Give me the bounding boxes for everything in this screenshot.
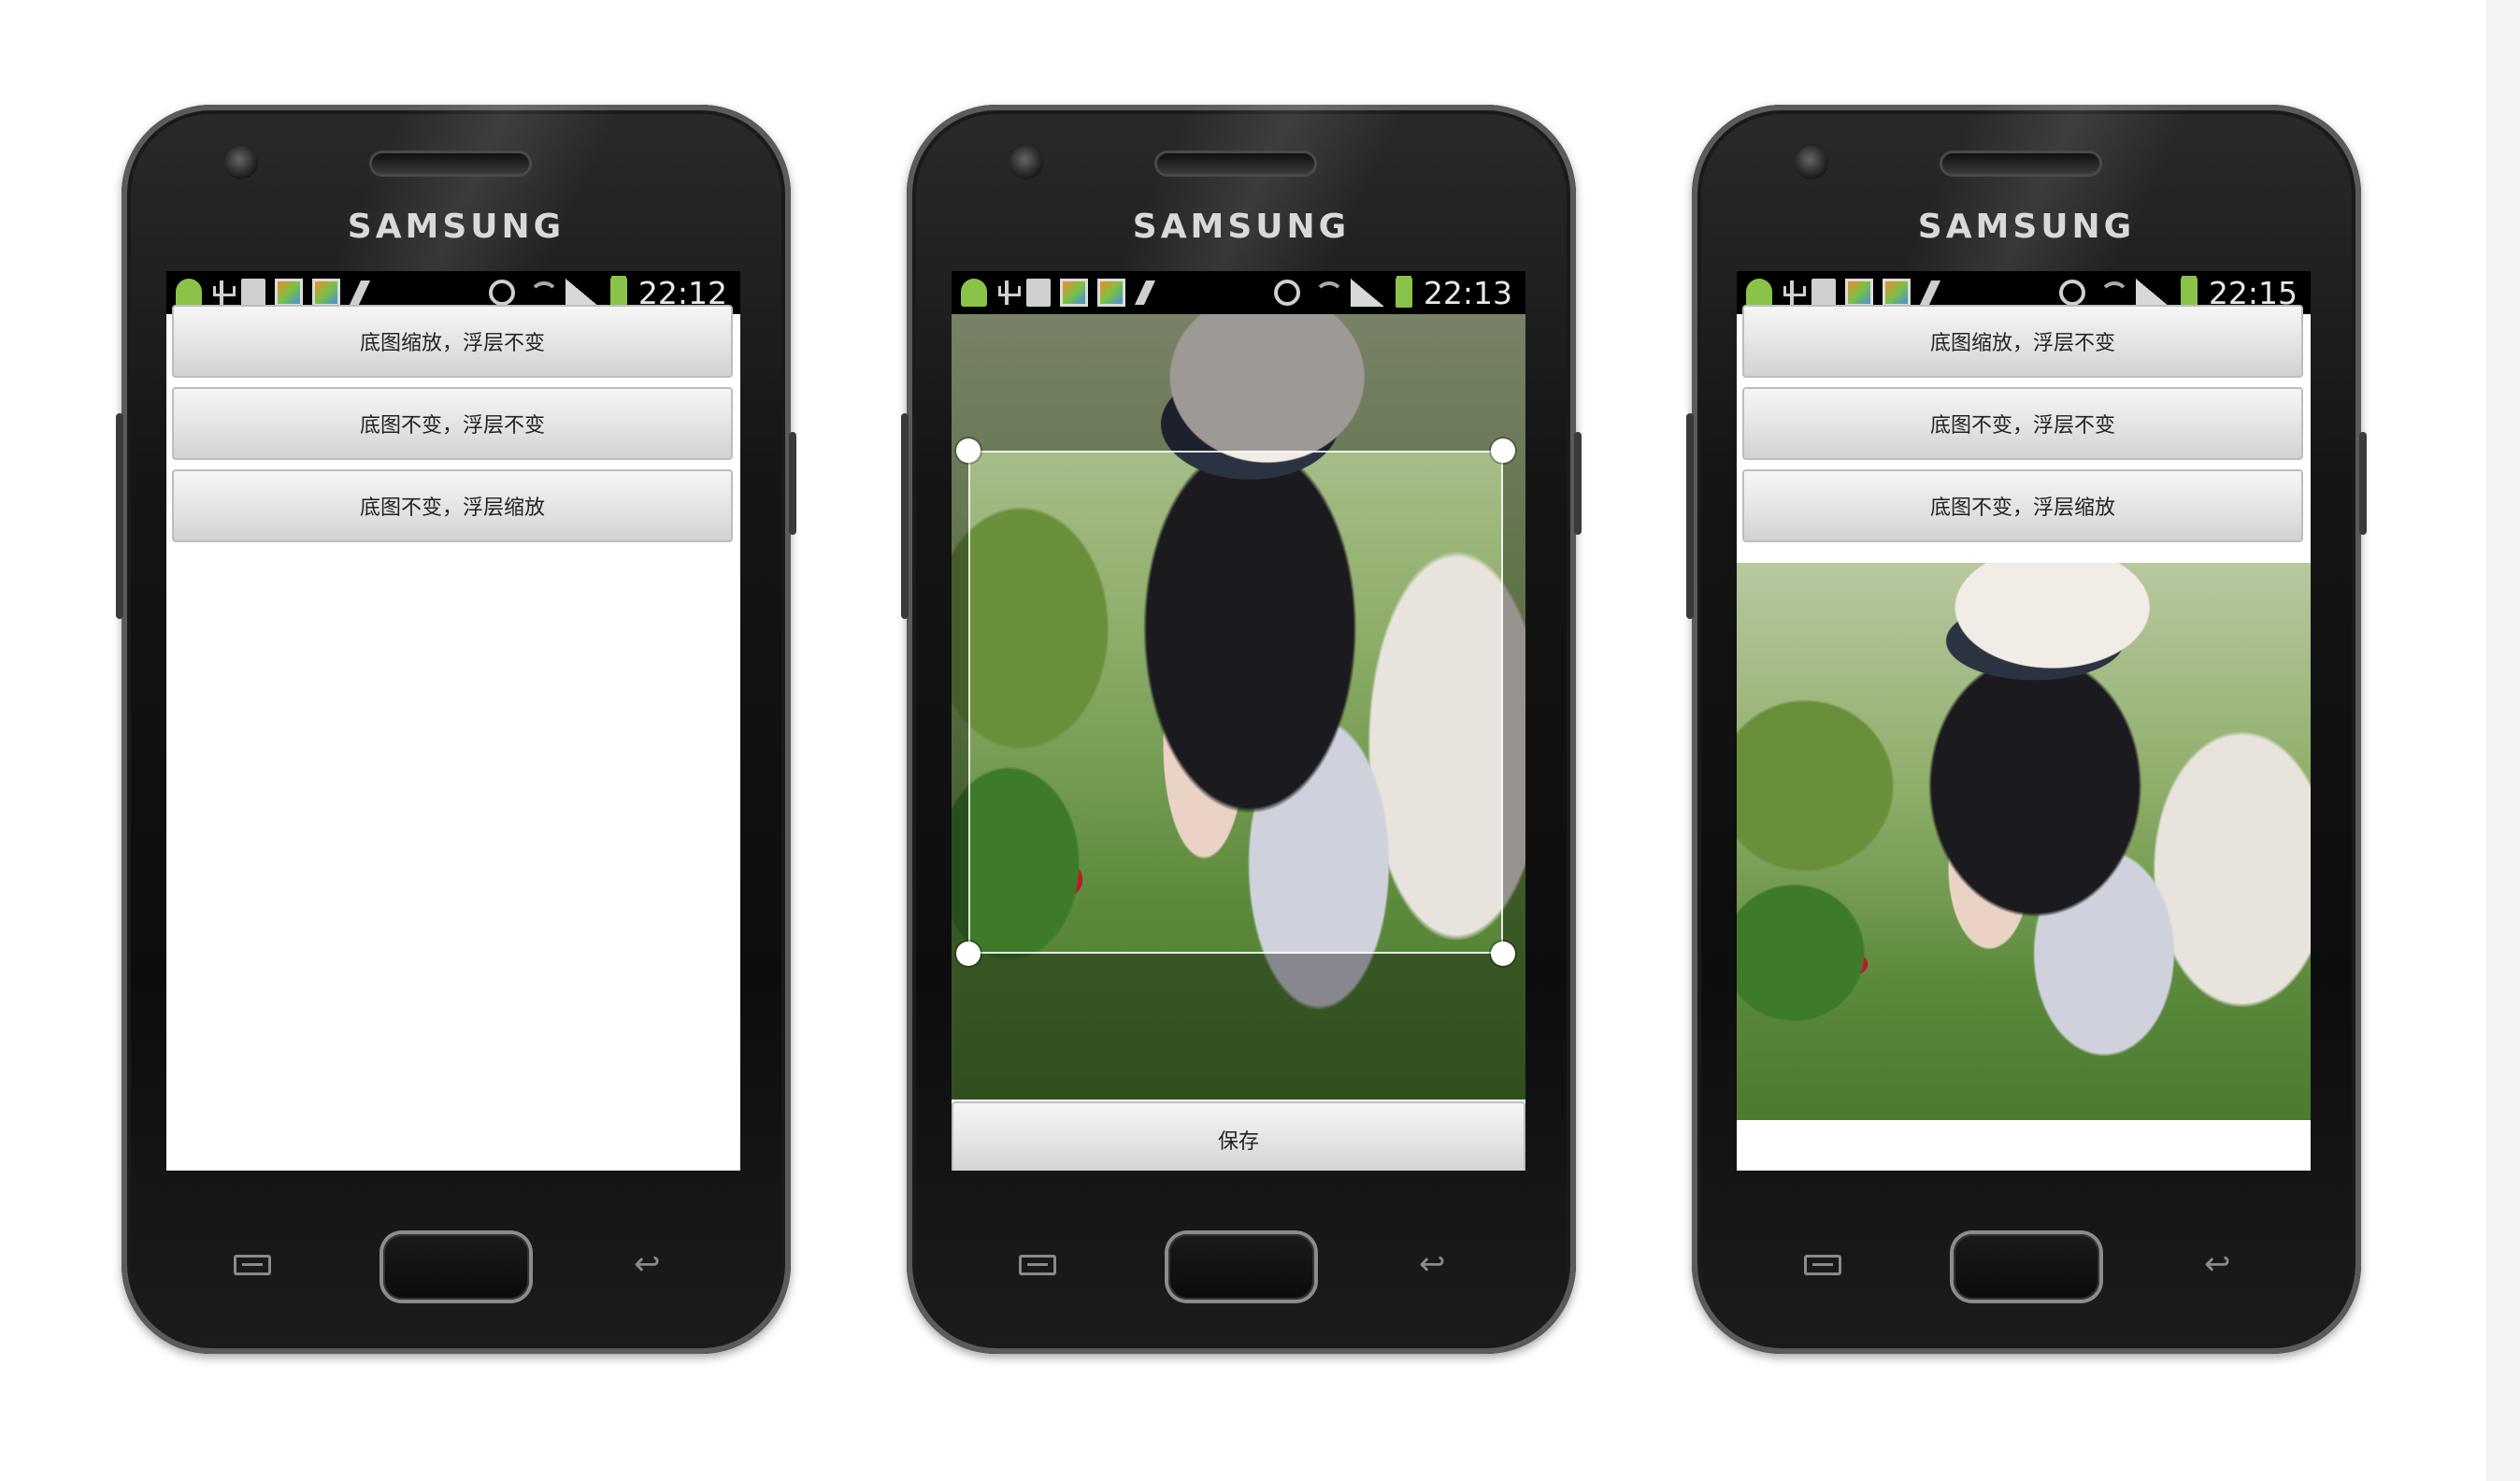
phone-2: SAMSUNG 22:13 保存 ↩ — [901, 105, 1582, 1354]
wifi-icon — [2097, 280, 2129, 306]
menu-key-icon[interactable] — [1019, 1255, 1056, 1275]
power-key[interactable] — [1574, 432, 1582, 535]
signal-icon — [1350, 279, 1384, 307]
front-camera — [1009, 146, 1043, 180]
screen: 22:13 保存 — [952, 271, 1525, 1171]
cropped-photo-result — [1737, 563, 2311, 1120]
back-key-icon[interactable]: ↩ — [2204, 1245, 2231, 1283]
crop-handle-bottom-right[interactable] — [1491, 942, 1515, 966]
fixed-base-fixed-overlay-button[interactable]: 底图不变，浮层不变 — [1742, 387, 2303, 460]
flash-icon — [350, 279, 372, 307]
alarm-icon — [1273, 280, 1300, 306]
home-button[interactable] — [1954, 1234, 2099, 1300]
alarm-icon — [488, 280, 515, 306]
save-button[interactable]: 保存 — [952, 1101, 1525, 1171]
flash-icon — [1135, 279, 1157, 307]
earpiece-speaker — [372, 153, 529, 174]
signal-icon — [2135, 279, 2169, 307]
screen: 22:15 底图缩放，浮层不变 底图不变，浮层不变 底图不变，浮层缩放 — [1737, 271, 2311, 1171]
menu-key-icon[interactable] — [1804, 1255, 1841, 1275]
back-key-icon[interactable]: ↩ — [634, 1245, 661, 1283]
page-edge-shade — [2486, 0, 2520, 1481]
usb-icon — [211, 279, 236, 307]
flash-icon — [1920, 279, 1942, 307]
front-camera — [1795, 146, 1828, 180]
android-notification-icon — [176, 279, 202, 307]
earpiece-speaker — [1942, 153, 2099, 174]
app-icon — [275, 279, 303, 307]
sd-card-icon — [1811, 279, 1836, 307]
earpiece-speaker — [1157, 153, 1314, 174]
brand-logo: SAMSUNG — [347, 208, 566, 246]
brand-logo: SAMSUNG — [1132, 208, 1351, 246]
android-notification-icon — [961, 279, 987, 307]
screen: 22:12 底图缩放，浮层不变 底图不变，浮层不变 底图不变，浮层缩放 — [166, 271, 740, 1171]
brand-logo: SAMSUNG — [1917, 208, 2136, 246]
volume-key[interactable] — [116, 413, 123, 619]
android-notification-icon — [1746, 279, 1772, 307]
signal-icon — [565, 279, 599, 307]
power-key[interactable] — [789, 432, 796, 535]
app-icon — [1845, 279, 1873, 307]
wifi-icon — [526, 280, 559, 306]
menu-key-icon[interactable] — [234, 1255, 271, 1275]
crop-mask-left — [952, 451, 968, 954]
crop-handle-bottom-left[interactable] — [956, 942, 981, 966]
status-bar: 22:13 — [952, 271, 1525, 314]
front-camera — [224, 146, 258, 180]
battery-icon — [609, 278, 627, 308]
crop-mask-top — [952, 314, 1525, 451]
sd-card-icon — [1026, 279, 1051, 307]
phone-3: SAMSUNG 22:15 底图缩放，浮层不变 底图不变，浮层不变 底图不变，浮… — [1686, 105, 2367, 1354]
sd-card-icon — [241, 279, 265, 307]
app-icon — [312, 279, 340, 307]
app-icon — [1060, 279, 1088, 307]
back-key-icon[interactable]: ↩ — [1419, 1245, 1446, 1283]
crop-mask-right — [1503, 451, 1525, 954]
volume-key[interactable] — [901, 413, 909, 619]
status-clock: 22:13 — [1423, 274, 1512, 311]
wifi-icon — [1311, 280, 1344, 306]
fixed-base-scale-overlay-button[interactable]: 底图不变，浮层缩放 — [1742, 469, 2303, 542]
fixed-base-fixed-overlay-button[interactable]: 底图不变，浮层不变 — [172, 387, 733, 460]
scale-base-fixed-overlay-button[interactable]: 底图缩放，浮层不变 — [1742, 305, 2303, 378]
battery-icon — [2180, 278, 2198, 308]
crop-mask-bottom — [952, 954, 1525, 1100]
power-key[interactable] — [2359, 432, 2367, 535]
phone-1: SAMSUNG 22:12 底图缩放，浮层不变 底图不变，浮层不变 底图不变，浮… — [116, 105, 796, 1354]
volume-key[interactable] — [1686, 413, 1694, 619]
fixed-base-scale-overlay-button[interactable]: 底图不变，浮层缩放 — [172, 469, 733, 542]
battery-icon — [1395, 278, 1412, 308]
usb-icon — [1782, 279, 1806, 307]
scale-base-fixed-overlay-button[interactable]: 底图缩放，浮层不变 — [172, 305, 733, 378]
crop-frame[interactable] — [968, 451, 1503, 954]
alarm-icon — [2058, 280, 2085, 306]
app-icon — [1097, 279, 1125, 307]
crop-handle-top-right[interactable] — [1491, 439, 1515, 463]
app-icon — [1883, 279, 1911, 307]
home-button[interactable] — [383, 1234, 529, 1300]
home-button[interactable] — [1168, 1234, 1314, 1300]
crop-handle-top-left[interactable] — [956, 439, 981, 463]
usb-icon — [996, 279, 1021, 307]
